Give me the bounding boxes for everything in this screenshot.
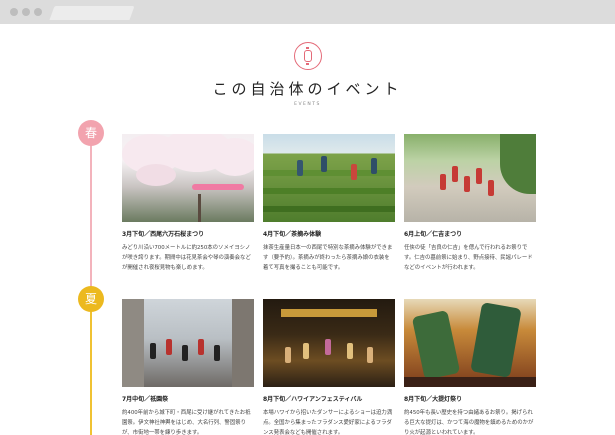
event-photo-lantern[interactable] xyxy=(404,299,536,387)
event-card-lantern[interactable]: 8月下旬／大提灯祭り 約450年も長い歴史を持つ由緒あるお祭り。掲げられる巨大な… xyxy=(404,299,536,435)
event-name: 3月下旬／西尾六万石桜まつり xyxy=(122,231,205,238)
event-photo-nikichi[interactable] xyxy=(404,134,536,222)
event-description: 約450年も長い歴史を持つ由緒あるお祭り。掲げられる巨大な提灯は、かつて海の魔物… xyxy=(404,410,534,435)
event-photo-gion[interactable] xyxy=(122,299,254,387)
page-subtitle: EVENTS xyxy=(294,102,321,107)
event-description: みどり川沿い700メートルに約250本のソメイヨシノが咲き誇ります。期間中は花見… xyxy=(122,245,251,271)
browser-tab[interactable] xyxy=(49,6,135,20)
lantern-icon xyxy=(294,42,322,70)
event-description: 抹茶生産量日本一の西尾で特別な茶摘み体験ができます（要予約）。茶摘みが終わったら… xyxy=(263,245,393,271)
event-name: 4月下旬／茶摘み体験 xyxy=(263,231,322,238)
page-content: この自治体のイベント EVENTS 春 夏 3月下旬／西尾六万石桜まつり みどり… xyxy=(0,24,615,435)
event-description: 本場ハワイから招いたダンサーによるショーは迫力満点。全国から集まったフラダンス愛… xyxy=(263,410,393,435)
window-close-dot[interactable] xyxy=(10,8,18,16)
event-name: 7月中旬／祇園祭 xyxy=(122,396,169,403)
window-maximize-dot[interactable] xyxy=(34,8,42,16)
browser-toolbar xyxy=(0,0,615,24)
event-description: 任侠の徒「吉良の仁吉」を偲んで行われるお祭りです。仁吉の墓前祭に始まり、野点接待… xyxy=(404,245,533,271)
event-photo-hawaiian[interactable] xyxy=(263,299,395,387)
timeline-line-spring xyxy=(90,144,92,294)
event-description: 約400年前から城下町・西尾に受け継がれてきたお祇園祭。伊文神社神輿をはじめ、大… xyxy=(122,410,251,435)
event-card-tea[interactable]: 4月下旬／茶摘み体験 抹茶生産量日本一の西尾で特別な茶摘み体験ができます（要予約… xyxy=(263,134,395,273)
event-card-sakura[interactable]: 3月下旬／西尾六万石桜まつり みどり川沿い700メートルに約250本のソメイヨシ… xyxy=(122,134,254,273)
event-name: 8月下旬／ハワイアンフェスティバル xyxy=(263,396,363,403)
event-card-gion[interactable]: 7月中旬／祇園祭 約400年前から城下町・西尾に受け継がれてきたお祇園祭。伊文神… xyxy=(122,299,254,435)
event-photo-tea[interactable] xyxy=(263,134,395,222)
timeline-line-summer xyxy=(90,294,92,435)
event-name: 6月上旬／仁吉まつり xyxy=(404,231,463,238)
event-photo-sakura[interactable] xyxy=(122,134,254,222)
event-card-nikichi[interactable]: 6月上旬／仁吉まつり 任侠の徒「吉良の仁吉」を偲んで行われるお祭りです。仁吉の墓… xyxy=(404,134,536,273)
window-minimize-dot[interactable] xyxy=(22,8,30,16)
event-card-hawaiian[interactable]: 8月下旬／ハワイアンフェスティバル 本場ハワイから招いたダンサーによるショーは迫… xyxy=(263,299,395,435)
season-badge-summer: 夏 xyxy=(78,286,104,312)
season-badge-spring: 春 xyxy=(78,120,104,146)
event-name: 8月下旬／大提灯祭り xyxy=(404,396,463,403)
page-title: この自治体のイベント xyxy=(212,80,403,98)
browser-window: この自治体のイベント EVENTS 春 夏 3月下旬／西尾六万石桜まつり みどり… xyxy=(0,0,615,435)
